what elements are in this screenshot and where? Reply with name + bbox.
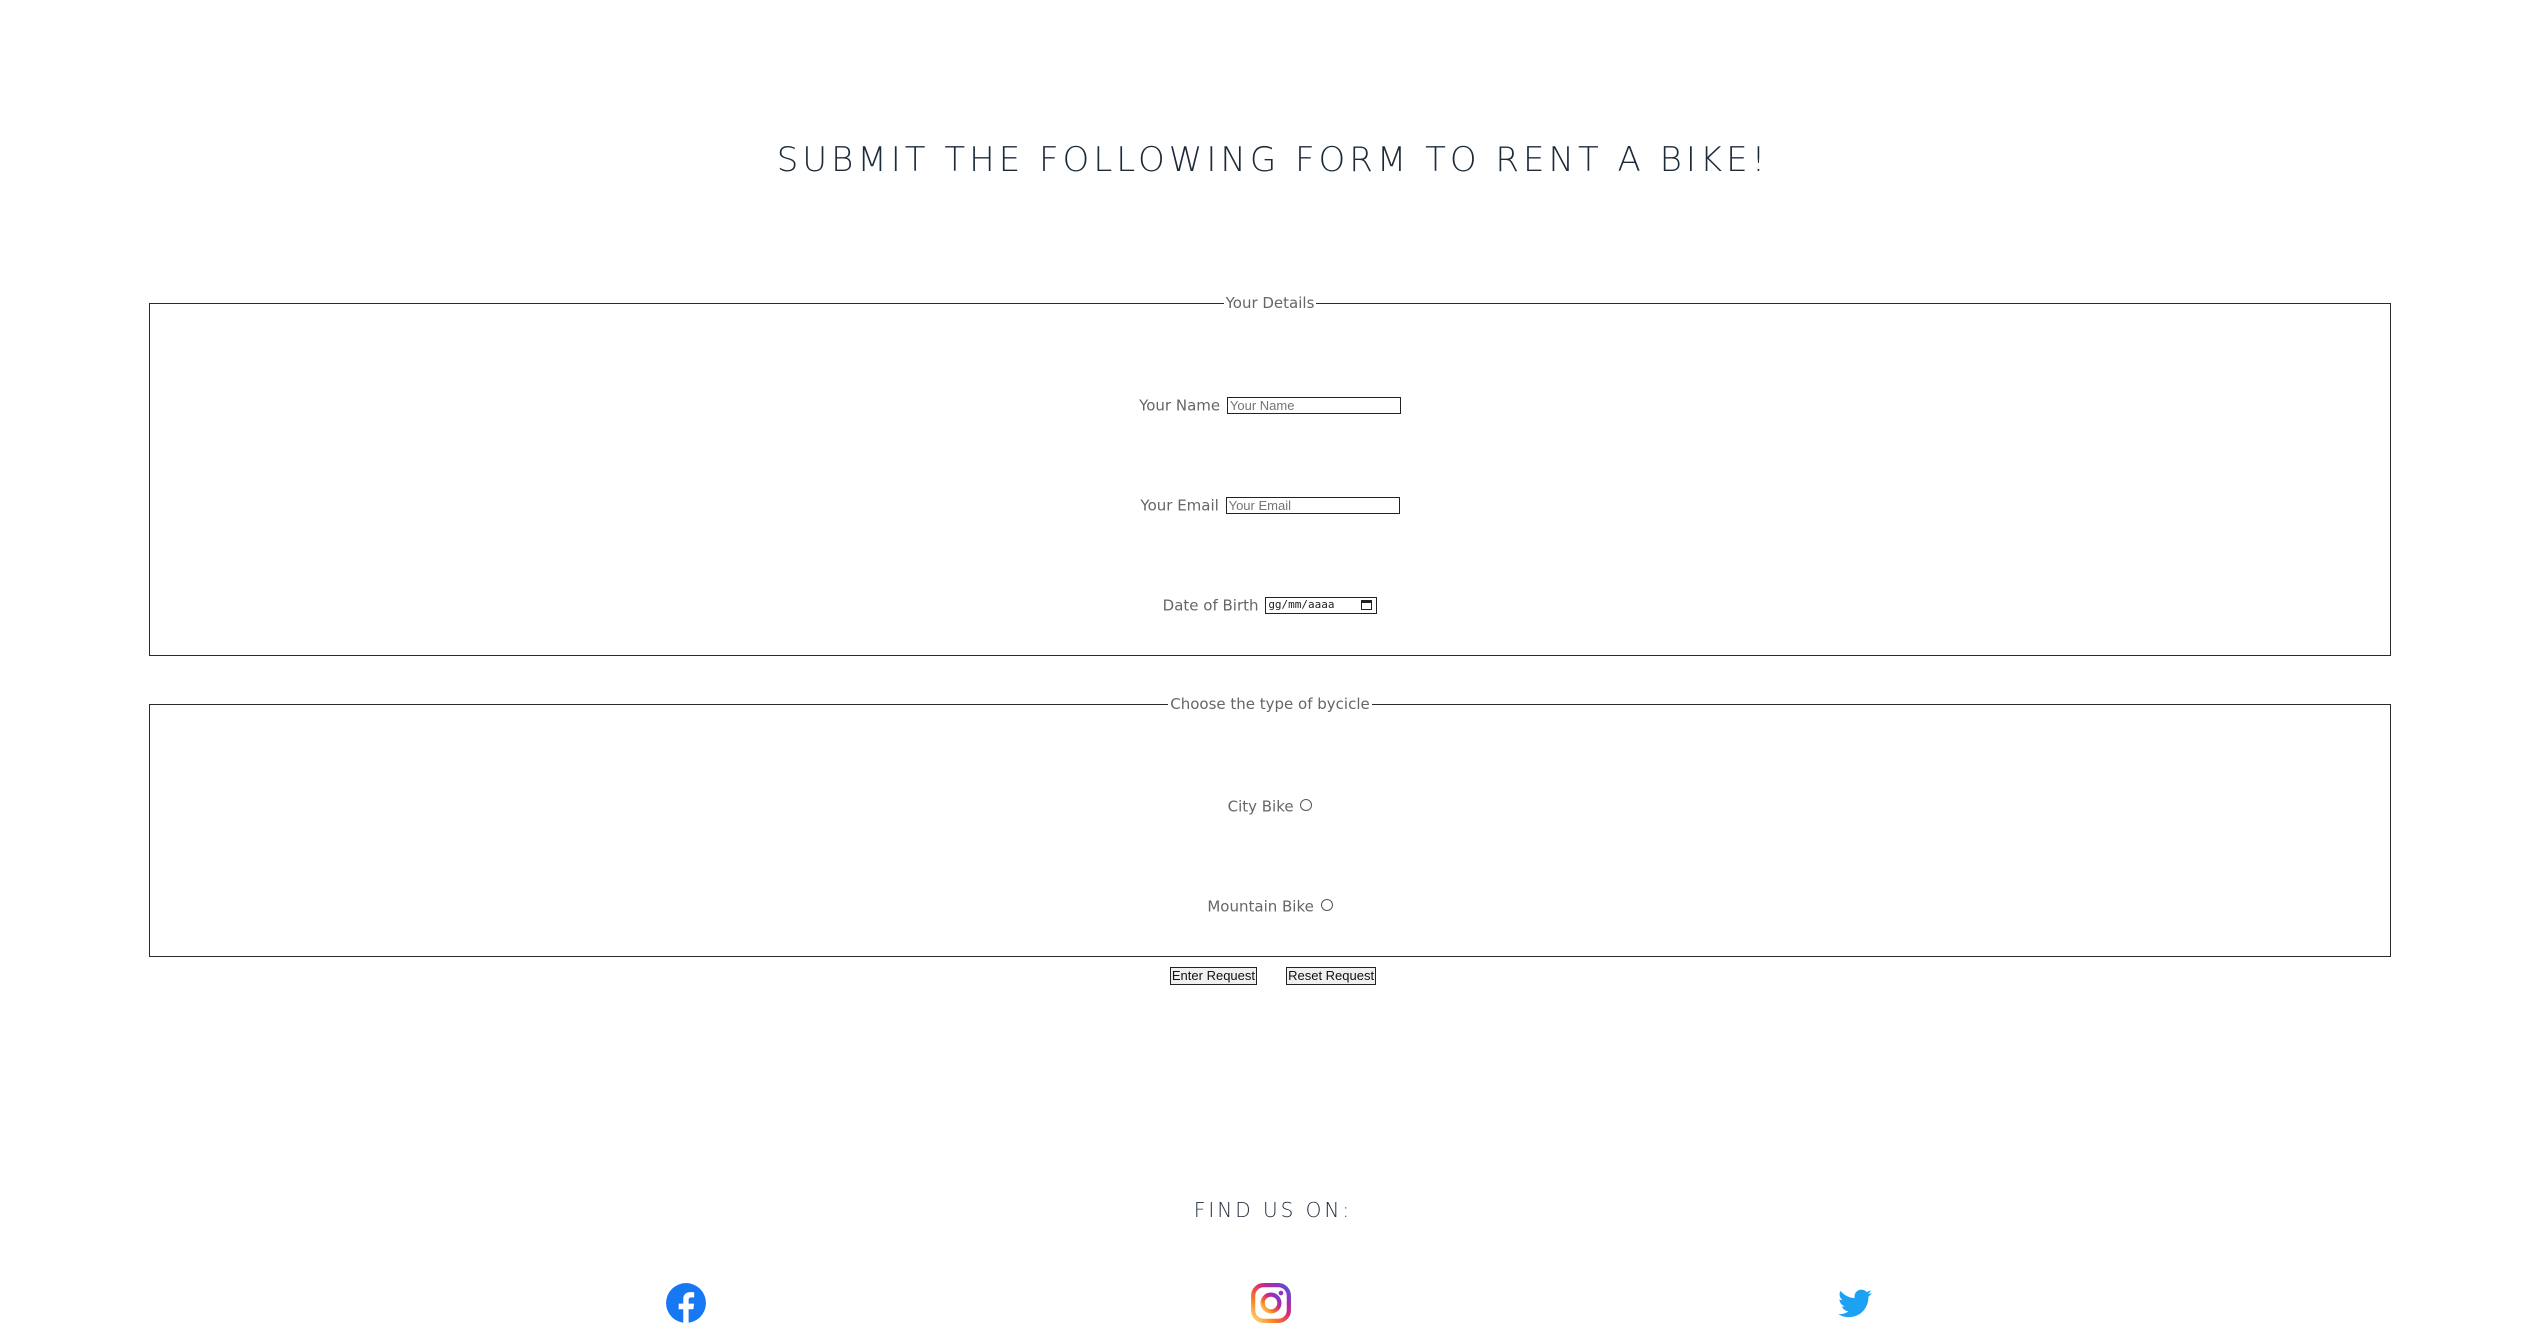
- details-legend: Your Details: [1225, 294, 1315, 312]
- mountain-bike-label: Mountain Bike: [1207, 897, 1314, 916]
- form-buttons: Enter Request Reset Request: [0, 965, 2546, 985]
- email-row: Your Email: [150, 496, 2390, 515]
- enter-request-button[interactable]: Enter Request: [1169, 967, 1257, 985]
- city-bike-row: City Bike: [150, 797, 2390, 816]
- dob-row: Date of Birth gg/mm/aaaa: [150, 596, 2390, 615]
- mountain-bike-row: Mountain Bike: [150, 897, 2390, 916]
- city-bike-label: City Bike: [1227, 797, 1294, 816]
- name-row: Your Name: [150, 396, 2390, 415]
- email-input[interactable]: [1225, 497, 1400, 514]
- twitter-icon[interactable]: [1834, 1282, 1876, 1324]
- dob-label: Date of Birth: [1162, 596, 1259, 615]
- dob-placeholder: gg/mm/aaaa: [1268, 598, 1335, 611]
- bike-type-legend: Choose the type of bycicle: [1170, 695, 1370, 713]
- city-bike-radio[interactable]: [1300, 798, 1313, 811]
- name-input[interactable]: [1226, 397, 1401, 414]
- mountain-bike-radio[interactable]: [1320, 898, 1333, 911]
- facebook-icon[interactable]: [665, 1282, 707, 1324]
- find-us-heading: FIND US ON:: [1193, 1198, 1353, 1222]
- name-label: Your Name: [1139, 396, 1221, 415]
- calendar-icon[interactable]: [1361, 600, 1373, 610]
- bike-type-fieldset: Choose the type of bycicle City Bike Mou…: [149, 695, 2391, 957]
- dob-input[interactable]: gg/mm/aaaa: [1265, 597, 1378, 614]
- instagram-icon[interactable]: [1250, 1282, 1292, 1324]
- email-label: Your Email: [1140, 496, 1219, 515]
- details-fieldset: Your Details Your Name Your Email Date o…: [149, 294, 2391, 656]
- page: SUBMIT THE FOLLOWING FORM TO RENT A BIKE…: [0, 0, 2546, 1326]
- page-title: SUBMIT THE FOLLOWING FORM TO RENT A BIKE…: [776, 140, 1770, 180]
- reset-request-button[interactable]: Reset Request: [1286, 967, 1377, 985]
